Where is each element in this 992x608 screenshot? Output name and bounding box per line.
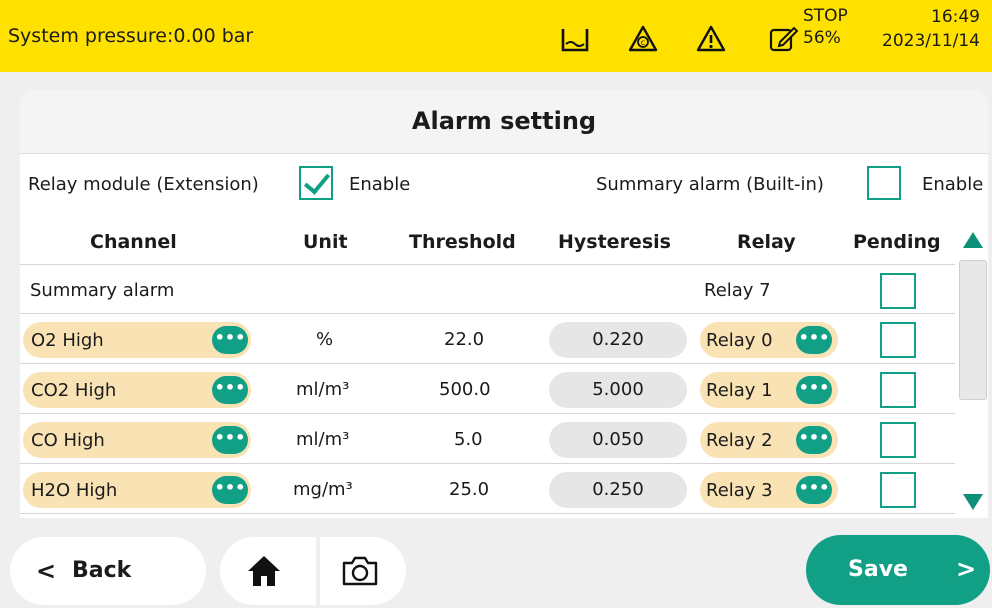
unit-value: mg/m³ — [293, 479, 353, 500]
camera-icon — [340, 554, 380, 592]
edit-icon — [768, 24, 799, 54]
relay-more-button[interactable]: ••• — [796, 426, 832, 454]
header-pending: Pending — [853, 231, 941, 253]
relay-pill: Relay 2 ••• — [700, 422, 838, 458]
chevron-right-icon: > — [956, 555, 977, 583]
hysteresis-value[interactable]: 0.250 — [549, 472, 687, 508]
summary-alarm-enable-label: Enable — [922, 174, 984, 195]
svg-text:c: c — [641, 38, 645, 47]
relay-more-button[interactable]: ••• — [796, 476, 832, 504]
channel-pill: CO High ••• — [23, 422, 251, 458]
table-row: CO2 High ••• ml/m³ 500.0 5.000 Relay 1 •… — [20, 364, 955, 414]
relay-pill: Relay 1 ••• — [700, 372, 838, 408]
relay-label: Relay 3 — [706, 480, 773, 501]
back-button[interactable]: < Back — [10, 537, 206, 605]
back-label: Back — [72, 558, 132, 583]
panel-header: Alarm setting — [20, 90, 988, 154]
clock-date: 2023/11/14 — [882, 31, 980, 51]
clock-time: 16:49 — [931, 7, 980, 27]
hysteresis-value[interactable]: 5.000 — [549, 372, 687, 408]
table-scrollbar[interactable] — [957, 222, 988, 518]
home-button[interactable] — [220, 537, 316, 605]
channel-label: H2O High — [31, 480, 118, 501]
header-unit: Unit — [303, 231, 348, 253]
header-relay: Relay — [737, 231, 796, 253]
relay-label: Relay 1 — [706, 380, 773, 401]
summary-relay: Relay 7 — [704, 280, 771, 301]
relay-pill: Relay 0 ••• — [700, 322, 838, 358]
relay-label: Relay 2 — [706, 430, 773, 451]
scroll-down-arrow-icon[interactable] — [963, 494, 983, 510]
unit-value: ml/m³ — [296, 429, 350, 450]
chevron-left-icon: < — [36, 557, 57, 585]
relay-module-label: Relay module (Extension) — [28, 174, 259, 195]
summary-alarm-enable-checkbox[interactable] — [867, 166, 901, 200]
alarm-setting-panel: Alarm setting Relay module (Extension) E… — [20, 90, 988, 518]
relay-module-enable-label: Enable — [349, 174, 411, 195]
pending-checkbox[interactable] — [880, 273, 916, 309]
tank-icon — [560, 24, 590, 54]
run-percent: 56% — [803, 28, 841, 48]
calibration-icon: c — [628, 24, 658, 54]
status-bar: System pressure:0.00 bar c STOP 56% 16:4… — [0, 0, 992, 72]
channel-pill: O2 High ••• — [23, 322, 251, 358]
summary-alarm-label: Summary alarm (Built-in) — [596, 174, 824, 195]
threshold-value[interactable]: 500.0 — [439, 379, 491, 400]
header-hysteresis: Hysteresis — [558, 231, 671, 253]
warning-icon — [696, 24, 726, 54]
hysteresis-value[interactable]: 0.050 — [549, 422, 687, 458]
save-label: Save — [848, 557, 908, 582]
table-row-summary: Summary alarm Relay 7 — [20, 264, 955, 314]
pending-checkbox[interactable] — [880, 322, 916, 358]
table-row: H2O High ••• mg/m³ 25.0 0.250 Relay 3 ••… — [20, 464, 955, 514]
hysteresis-value[interactable]: 0.220 — [549, 322, 687, 358]
summary-channel: Summary alarm — [30, 280, 175, 301]
threshold-value[interactable]: 22.0 — [444, 329, 484, 350]
home-icon — [246, 553, 282, 593]
pending-checkbox[interactable] — [880, 372, 916, 408]
table-row: O2 High ••• % 22.0 0.220 Relay 0 ••• — [20, 314, 955, 364]
channel-label: O2 High — [31, 330, 104, 351]
relay-pill: Relay 3 ••• — [700, 472, 838, 508]
header-channel: Channel — [90, 231, 177, 253]
system-pressure-text: System pressure:0.00 bar — [8, 25, 254, 47]
page-title: Alarm setting — [411, 107, 597, 135]
channel-more-button[interactable]: ••• — [212, 426, 248, 454]
channel-pill: CO2 High ••• — [23, 372, 251, 408]
channel-more-button[interactable]: ••• — [212, 476, 248, 504]
threshold-value[interactable]: 25.0 — [449, 479, 489, 500]
relay-more-button[interactable]: ••• — [796, 376, 832, 404]
channel-label: CO2 High — [31, 380, 117, 401]
scroll-up-arrow-icon[interactable] — [963, 232, 983, 248]
unit-value: ml/m³ — [296, 379, 350, 400]
channel-more-button[interactable]: ••• — [212, 326, 248, 354]
unit-value: % — [316, 329, 334, 350]
channel-label: CO High — [31, 430, 105, 451]
relay-module-enable-checkbox[interactable] — [299, 166, 333, 200]
save-button[interactable]: Save > — [806, 535, 990, 605]
clock: 16:49 2023/11/14 — [840, 6, 980, 52]
screenshot-button[interactable] — [320, 537, 406, 605]
relay-more-button[interactable]: ••• — [796, 326, 832, 354]
channel-pill: H2O High ••• — [23, 472, 251, 508]
header-threshold: Threshold — [409, 231, 516, 253]
relay-label: Relay 0 — [706, 330, 773, 351]
table-row: CO High ••• ml/m³ 5.0 0.050 Relay 2 ••• — [20, 414, 955, 464]
options-row: Relay module (Extension) Enable Summary … — [20, 160, 988, 208]
scrollbar-thumb[interactable] — [959, 260, 987, 400]
threshold-value[interactable]: 5.0 — [454, 429, 483, 450]
channel-more-button[interactable]: ••• — [212, 376, 248, 404]
pending-checkbox[interactable] — [880, 422, 916, 458]
pending-checkbox[interactable] — [880, 472, 916, 508]
